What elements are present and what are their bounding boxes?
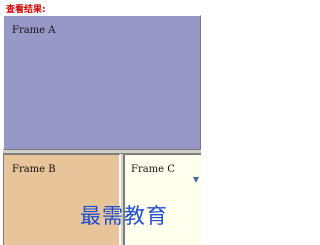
frame-a-label: Frame A (12, 25, 56, 36)
frame-c-label: Frame C (131, 164, 175, 175)
watermark-logo: 最需教育 (80, 204, 168, 228)
frame-b-label: Frame B (12, 164, 56, 175)
scroll-arrow-icon: ▼ (192, 175, 199, 184)
result-caption: 查看结果: (6, 5, 46, 15)
frame-a[interactable]: Frame A (3, 15, 201, 150)
